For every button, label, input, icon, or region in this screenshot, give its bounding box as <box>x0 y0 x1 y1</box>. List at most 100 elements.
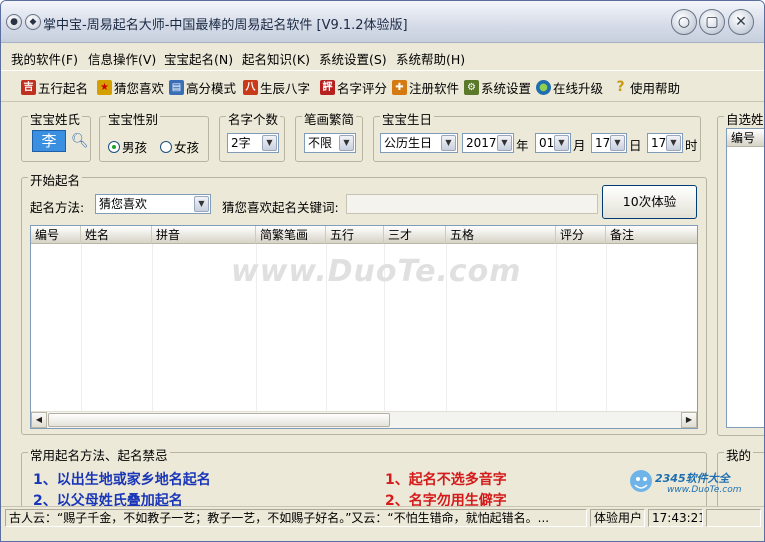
tips-legend: 常用起名方法、起名禁忌 <box>28 445 170 464</box>
tool-label: 五行起名 <box>38 80 89 96</box>
chevron-down-icon: ▼ <box>339 135 354 151</box>
window-title: 掌中宝-周易起名大师-中国最棒的周易起名软件 [V9.1.2体验版] <box>43 18 408 33</box>
maximize-button[interactable]: ▢ <box>699 9 725 35</box>
col-wuxing[interactable]: 五行 <box>326 226 384 244</box>
system-menu-icon[interactable]: ● <box>6 14 22 30</box>
tool-label: 高分模式 <box>186 80 237 96</box>
scrollbar-thumb[interactable] <box>48 413 390 427</box>
results-table-header: 编号 姓名 拼音 简繁笔画 五行 三才 五格 评分 备注 <box>31 226 697 244</box>
menu-naming-knowledge[interactable]: 起名知识(K) <box>242 49 310 68</box>
col-number[interactable]: 编号 <box>31 226 81 244</box>
menu-system-help[interactable]: 系统帮助(H) <box>396 49 465 68</box>
tool-register[interactable]: ✚ 注册软件 <box>392 78 459 96</box>
calendar-type-value: 公历生日 <box>384 136 433 150</box>
menu-system-settings[interactable]: 系统设置(S) <box>319 49 387 68</box>
software-site-logo: 2345软件大全 www.DuoTe.com <box>627 461 764 506</box>
birth-year-select[interactable]: 2017 ▼ <box>462 133 514 153</box>
surname-legend: 宝宝姓氏 <box>28 109 83 128</box>
score-icon: 評 <box>320 79 335 95</box>
column-divider <box>81 244 82 428</box>
day-unit-label: 日 <box>629 138 642 153</box>
col-strokes[interactable]: 简繁笔画 <box>256 226 326 244</box>
name-count-select[interactable]: 2字 ▼ <box>227 133 279 153</box>
favorite-list[interactable]: 编号 <box>726 128 764 428</box>
tool-guess-you-like[interactable]: ★ 猜您喜欢 <box>97 78 164 96</box>
status-message: 古人云：“赐子千金，不如教子一艺；教子一艺，不如赐子好名。”又云：“不怕生错命，… <box>5 509 587 527</box>
logo-text: 2345软件大全 <box>655 472 730 485</box>
birthday-legend: 宝宝生日 <box>380 109 435 128</box>
chevron-down-icon: ▼ <box>441 135 456 151</box>
logo-url: www.DuoTe.com <box>667 485 742 495</box>
col-sancai[interactable]: 三才 <box>384 226 446 244</box>
stroke-script-group: 笔画繁简 不限 ▼ <box>295 109 363 162</box>
col-pinyin[interactable]: 拼音 <box>152 226 256 244</box>
tool-wuxing-naming[interactable]: 吉 五行起名 <box>21 78 88 96</box>
name-count-legend: 名字个数 <box>226 109 281 128</box>
col-wuge[interactable]: 五格 <box>446 226 556 244</box>
year-unit-label: 年 <box>516 138 529 153</box>
search-icon[interactable]: 🔍︎ <box>71 133 89 149</box>
chevron-down-icon: ▼ <box>666 135 681 151</box>
col-name[interactable]: 姓名 <box>81 226 152 244</box>
name-count-group: 名字个数 2字 ▼ <box>219 109 285 162</box>
tool-high-score-mode[interactable]: ▤ 高分模式 <box>169 78 236 96</box>
stroke-script-legend: 笔画繁简 <box>302 109 357 128</box>
settings-icon: ⚙ <box>464 79 479 95</box>
column-divider <box>556 244 557 428</box>
naming-method-select[interactable]: 猜您喜欢 ▼ <box>95 194 211 214</box>
globe-icon: ● <box>536 79 551 95</box>
wuxing-icon: 吉 <box>21 79 36 95</box>
tool-settings[interactable]: ⚙ 系统设置 <box>464 78 531 96</box>
col-score[interactable]: 评分 <box>556 226 606 244</box>
tool-label: 生辰八字 <box>260 80 311 96</box>
scroll-right-icon[interactable]: ▶ <box>681 412 697 428</box>
tool-birth-bazi[interactable]: 八 生辰八字 <box>243 78 310 96</box>
status-extra <box>706 509 761 527</box>
tool-online-upgrade[interactable]: ● 在线升级 <box>536 78 603 96</box>
status-time: 17:43:21 <box>648 509 703 527</box>
gift-icon: ✚ <box>392 79 407 95</box>
app-window: ● ◆ 掌中宝-周易起名大师-中国最棒的周易起名软件 [V9.1.2体验版] ○… <box>0 0 765 542</box>
chevron-down-icon: ▼ <box>610 135 625 151</box>
trial-run-button[interactable]: 10次体验 <box>602 185 697 219</box>
minimize-button[interactable]: ○ <box>671 9 697 35</box>
col-remark[interactable]: 备注 <box>606 226 697 244</box>
month-unit-label: 月 <box>573 138 586 153</box>
menu-my-software[interactable]: 我的软件(F) <box>11 49 78 68</box>
tool-label: 猜您喜欢 <box>114 80 165 96</box>
birth-month-value: 01 <box>539 136 555 150</box>
tip-right-1: 1、起名不选多音字 <box>385 472 507 488</box>
calendar-type-select[interactable]: 公历生日 ▼ <box>380 133 458 153</box>
column-divider <box>152 244 153 428</box>
results-horizontal-scrollbar[interactable]: ◀ ▶ <box>31 411 697 428</box>
scroll-left-icon[interactable]: ◀ <box>31 412 47 428</box>
tool-help[interactable]: ? 使用帮助 <box>613 78 680 96</box>
toolbar: 吉 五行起名 ★ 猜您喜欢 ▤ 高分模式 八 生辰八字 評 名字评分 ✚ 注册软… <box>1 70 764 102</box>
stroke-script-select[interactable]: 不限 ▼ <box>304 133 356 153</box>
favorite-col-number[interactable]: 编号 <box>727 129 764 147</box>
hour-unit-label: 时 <box>685 138 698 153</box>
gender-female-radio[interactable]: 女孩 <box>160 137 199 156</box>
tool-label: 在线升级 <box>553 80 604 96</box>
close-button[interactable]: ✕ <box>728 9 754 35</box>
tool-label: 名字评分 <box>337 80 388 96</box>
start-naming-group: 开始起名 起名方法: 猜您喜欢 ▼ 猜您喜欢起名关键词: 10次体验 编号 姓名… <box>21 170 707 435</box>
gender-male-radio[interactable]: 男孩 <box>108 137 147 156</box>
surname-input[interactable]: 李 <box>32 130 66 152</box>
bazi-icon: 八 <box>243 79 258 95</box>
birth-day-select[interactable]: 17 ▼ <box>591 133 627 153</box>
star-icon: ★ <box>97 79 112 95</box>
pin-icon[interactable]: ◆ <box>25 14 41 30</box>
keyword-input[interactable] <box>346 194 598 214</box>
birth-month-select[interactable]: 01 ▼ <box>535 133 571 153</box>
chart-icon: ▤ <box>169 79 184 95</box>
stroke-script-value: 不限 <box>308 136 333 150</box>
status-user: 体验用户 <box>590 509 645 527</box>
column-divider <box>606 244 607 428</box>
tool-name-score[interactable]: 評 名字评分 <box>320 78 387 96</box>
tool-label: 注册软件 <box>409 80 460 96</box>
naming-method-value: 猜您喜欢 <box>99 197 148 211</box>
menu-info-ops[interactable]: 信息操作(V) <box>88 49 156 68</box>
birth-hour-select[interactable]: 17 ▼ <box>647 133 683 153</box>
menu-baby-naming[interactable]: 宝宝起名(N) <box>164 49 233 68</box>
